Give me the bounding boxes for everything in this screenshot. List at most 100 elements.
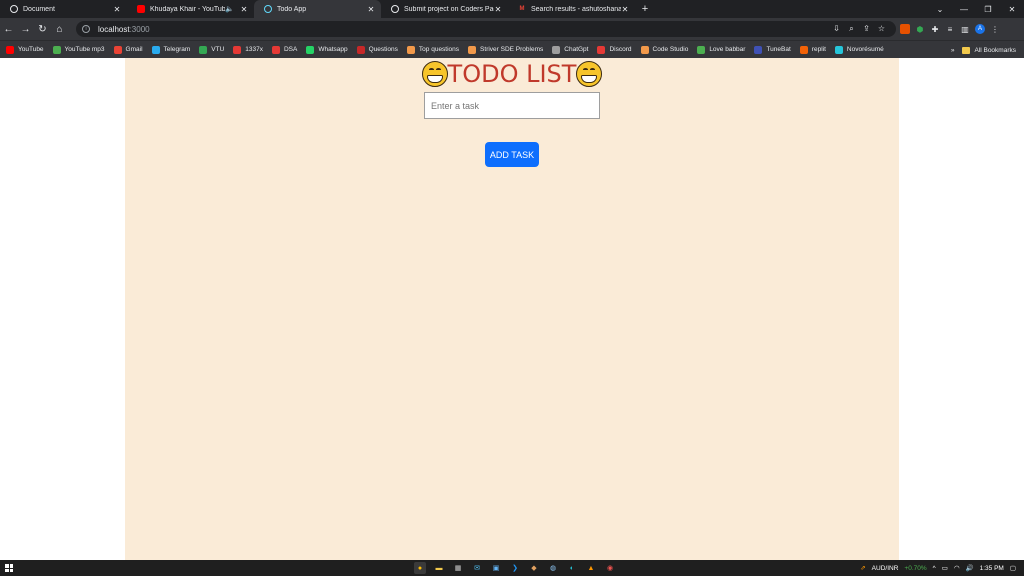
- todo-app: TODO LIST ADD TASK: [125, 58, 899, 560]
- bookmark-item[interactable]: Gmail: [113, 45, 143, 54]
- close-icon[interactable]: ✕: [494, 5, 502, 14]
- extension-icons: ⬢ ✚ ≡ ▥ A ⋮: [900, 21, 1000, 37]
- file-explorer-icon[interactable]: ▬: [433, 562, 445, 574]
- page-viewport: TODO LIST ADD TASK: [0, 58, 1024, 560]
- tab-title: Khudaya Khair - YouTube: [150, 5, 226, 13]
- add-task-button[interactable]: ADD TASK: [485, 142, 539, 167]
- star-icon[interactable]: ☆: [877, 24, 886, 33]
- bookmarks-overflow: » All Bookmarks: [951, 41, 1016, 59]
- extension-icon[interactable]: [900, 24, 910, 34]
- bookmark-label: Discord: [609, 46, 632, 53]
- tab-document[interactable]: Document ✕: [0, 0, 127, 18]
- vlc-icon[interactable]: ▲: [585, 562, 597, 574]
- bookmark-item[interactable]: Discord: [597, 45, 632, 54]
- bookmark-item[interactable]: 1337x: [233, 45, 263, 54]
- chevron-right-icon[interactable]: »: [951, 47, 955, 54]
- bookmark-icon: [6, 45, 14, 54]
- chevron-up-icon[interactable]: ^: [933, 565, 936, 572]
- address-port: :3000: [129, 24, 150, 34]
- all-bookmarks-link[interactable]: All Bookmarks: [974, 47, 1016, 54]
- tab-search-icon[interactable]: ⌄: [928, 0, 952, 18]
- bookmark-label: TuneBat: [766, 46, 791, 53]
- app-icon[interactable]: ◆: [528, 562, 540, 574]
- bookmark-label: Telegram: [163, 46, 191, 53]
- windows-start-icon[interactable]: [5, 564, 13, 572]
- media-player-icon[interactable]: ◉: [604, 562, 616, 574]
- mail-icon[interactable]: ✉: [471, 562, 483, 574]
- close-window-icon[interactable]: ✕: [1000, 0, 1024, 18]
- bookmark-item[interactable]: YouTube: [6, 45, 44, 54]
- minimize-icon[interactable]: —: [952, 0, 976, 18]
- bookmark-label: 1337x: [245, 46, 263, 53]
- forward-icon[interactable]: →: [17, 18, 34, 40]
- bookmark-icon: [406, 45, 415, 54]
- bookmark-label: Gmail: [125, 46, 143, 53]
- bookmark-item[interactable]: YouTube mp3: [52, 45, 105, 54]
- bookmark-item[interactable]: Whatsapp: [306, 45, 348, 54]
- back-icon[interactable]: ←: [0, 18, 17, 40]
- edge-icon[interactable]: ◐: [566, 562, 578, 574]
- bookmark-item[interactable]: Code Studio: [640, 45, 689, 54]
- bookmark-item[interactable]: DSA: [271, 45, 297, 54]
- store-icon[interactable]: ▣: [490, 562, 502, 574]
- grinning-face-icon: [421, 61, 448, 87]
- bookmark-item[interactable]: TuneBat: [754, 45, 791, 54]
- clock[interactable]: 1:35 PM: [980, 565, 1004, 572]
- bookmark-item[interactable]: Telegram: [151, 45, 191, 54]
- install-icon[interactable]: ⇩: [832, 24, 841, 33]
- bookmark-label: Code Studio: [652, 46, 689, 53]
- gmail-icon: M: [519, 6, 525, 12]
- ticker-label[interactable]: AUD/INR: [872, 565, 899, 572]
- tab-gmail-search[interactable]: M Search results - ashutoshanand ✕: [508, 0, 635, 18]
- reading-list-icon[interactable]: ≡: [945, 24, 955, 34]
- bookmark-item[interactable]: Novorésumé: [834, 45, 884, 54]
- wifi-icon[interactable]: ◠: [954, 564, 960, 572]
- bookmark-item[interactable]: Striver SDE Problems: [468, 45, 543, 54]
- bookmark-item[interactable]: Top questions: [406, 45, 460, 54]
- bookmark-label: Top questions: [418, 46, 460, 53]
- close-icon[interactable]: ✕: [367, 5, 375, 14]
- restore-icon[interactable]: ❐: [976, 0, 1000, 18]
- bookmark-icon: [468, 45, 477, 54]
- zoom-icon[interactable]: ⌕: [847, 24, 856, 33]
- bookmark-item[interactable]: Questions: [356, 45, 398, 54]
- chrome-icon[interactable]: ●: [414, 562, 426, 574]
- address-bar[interactable]: i localhost :3000 ⇩ ⌕ ⇪ ☆: [76, 21, 896, 37]
- folder-icon: [962, 46, 971, 54]
- tab-title: Search results - ashutoshanand: [531, 5, 621, 13]
- bookmark-label: YouTube: [18, 46, 44, 53]
- home-icon[interactable]: ⌂: [51, 18, 68, 40]
- bookmark-item[interactable]: replit: [799, 45, 826, 54]
- bookmark-label: Love babbar: [709, 46, 746, 53]
- close-icon[interactable]: ✕: [240, 5, 248, 14]
- battery-icon[interactable]: ▭: [942, 564, 948, 572]
- share-icon[interactable]: ⇪: [862, 24, 871, 33]
- avatar[interactable]: A: [975, 24, 985, 34]
- tab-todo-app[interactable]: Todo App ✕: [254, 0, 381, 18]
- bookmark-item[interactable]: Love babbar: [697, 45, 746, 54]
- vscode-icon[interactable]: ❯: [509, 562, 521, 574]
- info-icon[interactable]: i: [82, 25, 90, 33]
- calculator-icon[interactable]: ▦: [452, 562, 464, 574]
- puzzle-icon[interactable]: ✚: [930, 24, 940, 34]
- tab-youtube[interactable]: Khudaya Khair - YouTube 🔈 ✕: [127, 0, 254, 18]
- volume-icon[interactable]: 🔊: [966, 564, 974, 572]
- bookmark-label: ChatGpt: [564, 46, 589, 53]
- close-icon[interactable]: ✕: [621, 5, 629, 14]
- side-panel-icon[interactable]: ▥: [960, 24, 970, 34]
- notifications-icon[interactable]: ▢: [1010, 564, 1016, 572]
- new-tab-button[interactable]: +: [635, 0, 655, 18]
- reload-icon[interactable]: ↻: [34, 18, 51, 40]
- system-tray: ⇗ AUD/INR +0.70% ^ ▭ ◠ 🔊 1:35 PM ▢: [860, 560, 1016, 576]
- menu-icon[interactable]: ⋮: [990, 24, 1000, 34]
- bookmark-icon: [640, 45, 649, 54]
- task-input[interactable]: [424, 92, 600, 119]
- page-title: TODO LIST: [125, 60, 899, 88]
- close-icon[interactable]: ✕: [113, 5, 121, 14]
- extension-icon[interactable]: ⬢: [915, 24, 925, 34]
- tab-coders-packet[interactable]: Submit project on Coders Packet ✕: [381, 0, 508, 18]
- globe-icon[interactable]: ◍: [547, 562, 559, 574]
- bookmark-item[interactable]: ChatGpt: [552, 45, 589, 54]
- speaker-icon[interactable]: 🔈: [225, 5, 234, 13]
- bookmark-item[interactable]: VTU: [199, 45, 224, 54]
